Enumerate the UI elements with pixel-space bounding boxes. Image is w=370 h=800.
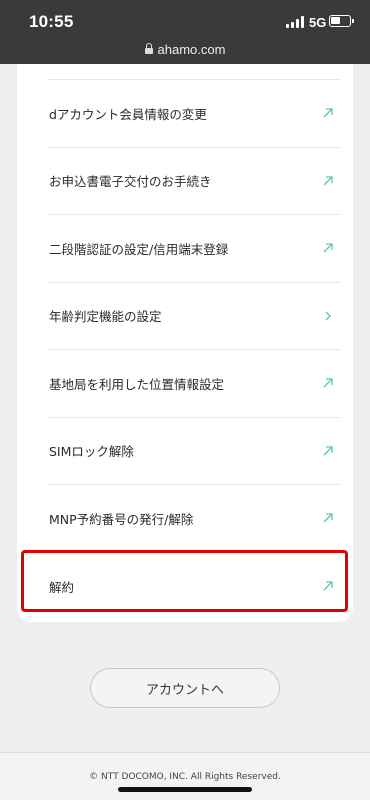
menu-item-label: 二段階認証の設定/信用端末登録 [49,241,229,257]
menu-item-two-step-auth[interactable]: 二段階認証の設定/信用端末登録 [47,215,340,283]
external-link-arrow-icon [323,108,333,118]
menu-item-sim-unlock[interactable]: SIMロック解除 [47,418,340,485]
home-indicator[interactable] [118,787,252,792]
chevron-right-icon [325,311,331,321]
menu-item-age-verification[interactable]: 年齢判定機能の設定 [47,283,340,350]
menu-item-label: 解約 [49,579,75,595]
external-link-arrow-icon [323,581,333,591]
status-time: 10:55 [29,12,74,31]
footer: © NTT DOCOMO, INC. All Rights Reserved. [0,752,370,800]
external-link-arrow-icon [323,378,333,388]
account-button[interactable]: アカウントへ [90,668,280,708]
external-link-arrow-icon [323,243,333,253]
status-bar: 10:55 5G ahamo.com [0,0,370,64]
settings-list: dアカウント会員情報の変更 お申込書電子交付のお手続き 二段階認証の設定/信用端… [47,79,340,620]
menu-item-label: MNP予約番号の発行/解除 [49,511,194,527]
menu-item-mnp-number[interactable]: MNP予約番号の発行/解除 [47,485,340,553]
menu-item-location-settings[interactable]: 基地局を利用した位置情報設定 [47,350,340,418]
settings-card: dアカウント会員情報の変更 お申込書電子交付のお手続き 二段階認証の設定/信用端… [17,64,353,622]
battery-icon [329,15,354,27]
menu-item-e-delivery[interactable]: お申込書電子交付のお手続き [47,148,340,215]
signal-icon [286,16,304,28]
menu-item-label: 基地局を利用した位置情報設定 [49,376,225,392]
lock-icon [144,43,153,54]
menu-item-label: SIMロック解除 [49,444,134,460]
copyright-text: © NTT DOCOMO, INC. All Rights Reserved. [89,772,281,782]
menu-item-label: お申込書電子交付のお手続き [49,174,212,190]
menu-item-label: dアカウント会員情報の変更 [49,106,207,122]
menu-item-daccount-info[interactable]: dアカウント会員情報の変更 [47,80,340,148]
external-link-arrow-icon [323,513,333,523]
menu-item-label: 年齢判定機能の設定 [49,309,162,325]
external-link-arrow-icon [323,176,333,186]
external-link-arrow-icon [323,446,333,456]
address-bar[interactable]: ahamo.com [0,42,370,57]
menu-item-cancel-contract[interactable]: 解約 [47,553,340,621]
network-type: 5G [309,15,327,30]
url-text: ahamo.com [157,42,226,57]
